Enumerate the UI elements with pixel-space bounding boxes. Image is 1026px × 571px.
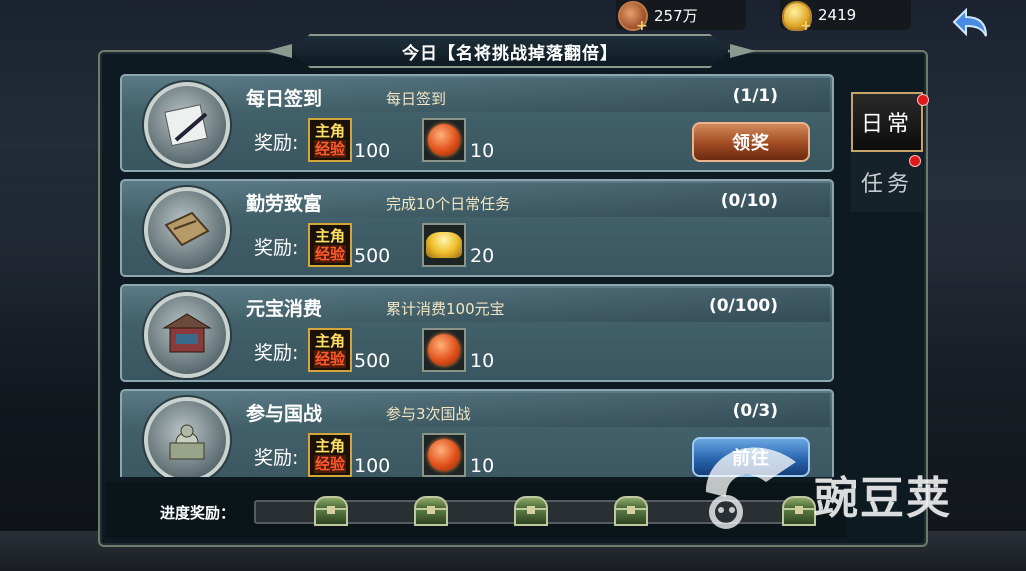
gold-value: 2419 bbox=[818, 6, 857, 24]
background-scenery-left bbox=[0, 150, 100, 570]
reward-item-slot[interactable] bbox=[422, 328, 466, 372]
task-progress: (0/10) bbox=[720, 191, 778, 211]
reward-label: 奖励: bbox=[254, 237, 299, 259]
task-progress: (0/100) bbox=[708, 296, 778, 316]
tab-daily[interactable]: 日常 bbox=[851, 92, 923, 152]
exp-icon[interactable]: 主角 经验 bbox=[308, 118, 352, 162]
market-stall-icon bbox=[144, 292, 230, 378]
exp-amount: 100 bbox=[354, 140, 391, 162]
back-arrow-icon bbox=[952, 7, 987, 37]
panel-title-text: 今日【名将挑战掉落翻倍】 bbox=[402, 43, 618, 64]
task-name: 每日签到 bbox=[246, 88, 323, 110]
exp-line1: 主角 bbox=[314, 122, 345, 140]
panel-title: 今日【名将挑战掉落翻倍】 bbox=[290, 34, 730, 68]
notification-dot-icon bbox=[917, 94, 929, 106]
reward-item-qty: 10 bbox=[470, 455, 495, 477]
task-desc: 每日签到 bbox=[386, 90, 447, 108]
reward-item-qty: 20 bbox=[470, 245, 495, 267]
exp-amount: 500 bbox=[354, 245, 391, 267]
gold-resource[interactable]: + 2419 bbox=[780, 0, 911, 34]
exp-line1: 主角 bbox=[314, 332, 345, 350]
watermark-text: 豌豆荚 bbox=[814, 473, 952, 524]
task-item-diligence: 勤劳致富 完成10个日常任务 (0/10) 奖励: 主角 经验 500 20 bbox=[120, 179, 834, 277]
tab-daily-label: 日常 bbox=[860, 112, 913, 137]
task-progress: (0/3) bbox=[732, 401, 778, 421]
exp-amount: 100 bbox=[354, 455, 391, 477]
claim-button[interactable]: 领奖 bbox=[692, 122, 810, 162]
reward-chest-icon[interactable] bbox=[514, 496, 548, 526]
seal-art bbox=[169, 424, 205, 460]
add-gold-icon[interactable]: + bbox=[800, 18, 812, 34]
calendar-art bbox=[164, 104, 208, 147]
seal-icon bbox=[144, 397, 230, 477]
task-item-daily-signin: 每日签到 每日签到 (1/1) 奖励: 主角 经验 100 10 领奖 bbox=[120, 74, 834, 172]
reward-chest-icon[interactable] bbox=[414, 496, 448, 526]
task-name: 勤劳致富 bbox=[246, 193, 323, 215]
task-desc: 累计消费100元宝 bbox=[386, 300, 505, 318]
exp-line1: 主角 bbox=[314, 437, 345, 455]
reward-item-slot[interactable] bbox=[422, 118, 466, 162]
reward-label: 奖励: bbox=[254, 132, 299, 154]
orange-orb-icon bbox=[428, 334, 460, 366]
reward-chest-icon[interactable] bbox=[614, 496, 648, 526]
progress-reward-label: 进度奖励： bbox=[160, 504, 236, 522]
copper-value: 257万 bbox=[654, 6, 698, 25]
calendar-icon bbox=[144, 82, 230, 168]
exp-amount: 500 bbox=[354, 350, 391, 372]
stall-art bbox=[162, 313, 212, 353]
exp-line2: 经验 bbox=[313, 455, 346, 473]
exp-icon[interactable]: 主角 经验 bbox=[308, 433, 352, 477]
claim-button-label: 领奖 bbox=[732, 133, 770, 154]
exp-line2: 经验 bbox=[313, 140, 346, 158]
exp-line2: 经验 bbox=[313, 350, 346, 368]
orange-orb-icon bbox=[428, 439, 460, 471]
book-art bbox=[164, 211, 210, 247]
exp-icon[interactable]: 主角 经验 bbox=[308, 223, 352, 267]
reward-item-slot[interactable] bbox=[422, 433, 466, 477]
notification-dot-icon bbox=[909, 155, 921, 167]
reward-label: 奖励: bbox=[254, 447, 299, 469]
orange-orb-icon bbox=[428, 124, 460, 156]
exp-line2: 经验 bbox=[313, 245, 346, 263]
exp-icon[interactable]: 主角 经验 bbox=[308, 328, 352, 372]
back-button[interactable] bbox=[946, 4, 992, 44]
task-progress: (1/1) bbox=[732, 86, 778, 106]
task-item-ingot-spending: 元宝消费 累计消费100元宝 (0/100) 奖励: 主角 经验 500 10 bbox=[120, 284, 834, 382]
reward-label: 奖励: bbox=[254, 342, 299, 364]
exp-line1: 主角 bbox=[314, 227, 345, 245]
copper-resource[interactable]: + 257万 bbox=[616, 0, 746, 34]
tab-tasks-label: 任务 bbox=[860, 172, 913, 197]
reward-item-qty: 10 bbox=[470, 350, 495, 372]
gold-ingot-icon bbox=[426, 232, 462, 258]
scroll-book-icon bbox=[144, 187, 230, 273]
task-name: 参与国战 bbox=[246, 403, 323, 425]
reward-item-qty: 10 bbox=[470, 140, 495, 162]
reward-chest-icon[interactable] bbox=[314, 496, 348, 526]
task-name: 元宝消费 bbox=[246, 298, 323, 320]
add-copper-icon[interactable]: + bbox=[636, 18, 648, 34]
reward-item-slot[interactable] bbox=[422, 223, 466, 267]
task-list[interactable]: 每日签到 每日签到 (1/1) 奖励: 主角 经验 100 10 领奖 勤劳致富… bbox=[120, 72, 834, 477]
task-desc: 参与3次国战 bbox=[386, 405, 471, 423]
task-desc: 完成10个日常任务 bbox=[386, 195, 511, 213]
